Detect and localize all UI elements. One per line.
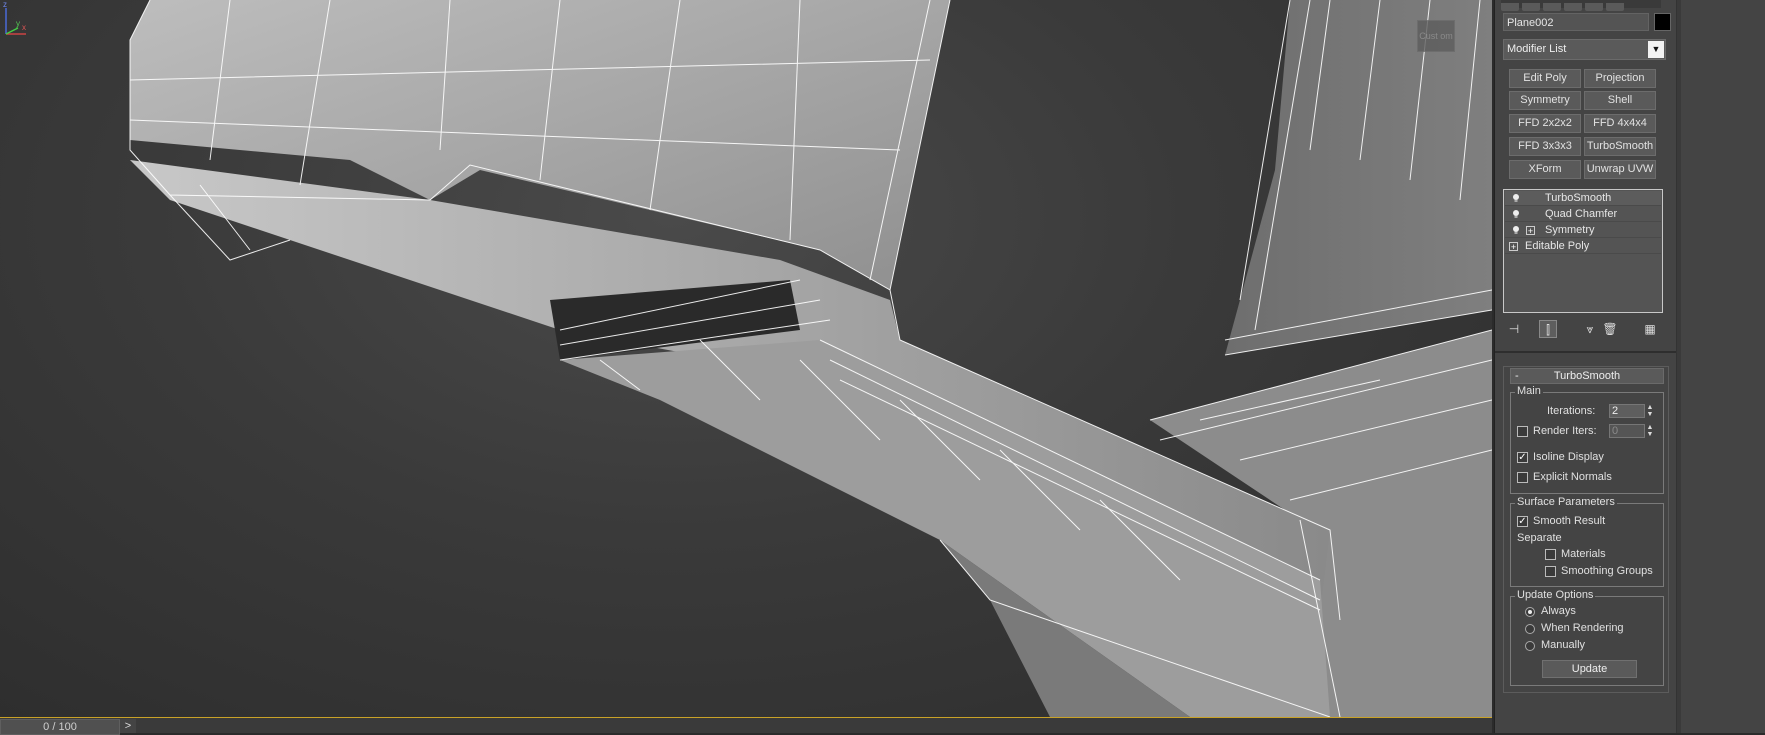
collapse-icon[interactable]: - (1515, 369, 1519, 383)
wireframe-mesh (129, 0, 1492, 717)
explicit-normals-checkbox[interactable] (1517, 472, 1528, 483)
smooth-result-checkbox[interactable]: ✓ (1517, 516, 1528, 527)
materials-label: Materials (1561, 548, 1606, 560)
pin-stack-icon[interactable]: ⊣ (1505, 320, 1523, 338)
ffd-4x4x4-button[interactable]: FFD 4x4x4 (1584, 114, 1656, 133)
turbosmooth-rollout: - TurboSmooth Main Iterations: 2 ▲ ▼ Rend… (1503, 366, 1669, 693)
stack-item-editable-poly[interactable]: + Editable Poly (1505, 239, 1661, 254)
command-panel: Plane002 Modifier List ▼ Edit Poly Proje… (1494, 0, 1676, 733)
ffd-2x2x2-button[interactable]: FFD 2x2x2 (1509, 114, 1581, 133)
update-when-rendering-radio[interactable] (1525, 624, 1535, 634)
object-color-swatch[interactable] (1654, 13, 1671, 31)
rollout-title: TurboSmooth (1553, 370, 1621, 382)
update-always-label: Always (1541, 605, 1576, 617)
panel-scroll-area[interactable] (1676, 0, 1765, 733)
turbosmooth-button[interactable]: TurboSmooth (1584, 137, 1656, 156)
tab-utilities[interactable] (1606, 3, 1624, 11)
render-iters-checkbox[interactable] (1517, 426, 1528, 437)
expand-icon[interactable]: + (1526, 226, 1535, 236)
iterations-spinner-arrows[interactable]: ▲ ▼ (1645, 404, 1655, 418)
surface-parameters-group: Surface Parameters ✓ Smooth Result Separ… (1510, 496, 1664, 587)
tab-modify[interactable] (1522, 3, 1540, 11)
remove-modifier-icon[interactable]: 🗑 (1601, 320, 1619, 338)
main-group-label: Main (1515, 385, 1543, 397)
main-group: Main Iterations: 2 ▲ ▼ Render Iters: 0 ▲ ▼… (1510, 385, 1664, 494)
perspective-viewport[interactable]: Cust om z x y (0, 0, 1492, 718)
divider (1495, 351, 1676, 353)
render-iters-spinner-arrows[interactable]: ▲ ▼ (1645, 424, 1655, 438)
object-name-field[interactable]: Plane002 (1503, 13, 1649, 31)
explicit-normals-label: Explicit Normals (1533, 471, 1612, 483)
unwrap-uvw-button[interactable]: Unwrap UVW (1584, 160, 1656, 179)
surface-parameters-label: Surface Parameters (1515, 496, 1617, 508)
tab-motion[interactable] (1564, 3, 1582, 11)
modifier-stack: TurboSmooth Quad Chamfer + Symmetry + Ed… (1503, 189, 1663, 313)
projection-button[interactable]: Projection (1584, 69, 1656, 88)
light-bulb-icon[interactable] (1511, 225, 1521, 235)
tab-hierarchy[interactable] (1543, 3, 1561, 11)
axis-tripod-icon: z x y (3, 0, 26, 35)
stack-toolbar: ⊣ ⫿ ⩔ 🗑 ▦ (1503, 320, 1663, 342)
edit-poly-button[interactable]: Edit Poly (1509, 69, 1581, 88)
render-iters-spinner[interactable]: 0 (1609, 424, 1645, 438)
iterations-spinner[interactable]: 2 (1609, 404, 1645, 418)
tab-create[interactable] (1501, 3, 1519, 11)
symmetry-button[interactable]: Symmetry (1509, 91, 1581, 110)
smoothing-groups-checkbox[interactable] (1545, 566, 1556, 577)
stack-item-turbosmooth[interactable]: TurboSmooth (1505, 191, 1661, 206)
tab-display[interactable] (1585, 3, 1603, 11)
xform-button[interactable]: XForm (1509, 160, 1581, 179)
modifier-list-dropdown[interactable]: Modifier List ▼ (1503, 39, 1666, 60)
next-frame-button[interactable]: > (120, 719, 136, 733)
smooth-result-label: Smooth Result (1533, 515, 1606, 527)
light-bulb-icon[interactable] (1511, 209, 1521, 219)
chevron-down-icon[interactable]: ▼ (1648, 41, 1664, 58)
axis-x-label: x (22, 23, 26, 32)
update-button[interactable]: Update (1542, 660, 1637, 678)
viewcube-icon[interactable]: Cust om (1417, 20, 1455, 52)
modifier-list-label: Modifier List (1507, 43, 1567, 55)
update-manually-label: Manually (1541, 639, 1586, 651)
separate-label: Separate (1517, 532, 1562, 544)
make-unique-icon[interactable]: ⩔ (1581, 320, 1599, 338)
light-bulb-icon[interactable] (1511, 193, 1521, 203)
stack-item-label: Quad Chamfer (1545, 208, 1618, 220)
stack-item-symmetry[interactable]: + Symmetry (1505, 223, 1661, 238)
command-panel-tabs (1501, 0, 1661, 11)
update-when-rendering-label: When Rendering (1541, 622, 1624, 634)
stack-item-label: Symmetry (1545, 224, 1595, 236)
render-iters-label: Render Iters: (1533, 425, 1597, 437)
stack-item-label: Editable Poly (1525, 240, 1590, 252)
iterations-label: Iterations: (1547, 405, 1596, 417)
rollout-header[interactable]: - TurboSmooth (1510, 368, 1664, 384)
isoline-display-label: Isoline Display (1533, 451, 1604, 463)
isoline-display-checkbox[interactable]: ✓ (1517, 452, 1528, 463)
materials-checkbox[interactable] (1545, 549, 1556, 560)
shell-button[interactable]: Shell (1584, 91, 1656, 110)
stack-item-label: TurboSmooth (1545, 192, 1612, 204)
axis-z-label: z (3, 0, 7, 9)
scrollbar[interactable] (1677, 0, 1681, 733)
smoothing-groups-label: Smoothing Groups (1561, 565, 1653, 577)
stack-item-quad-chamfer[interactable]: Quad Chamfer (1505, 207, 1661, 222)
update-options-label: Update Options (1515, 589, 1596, 601)
update-always-radio[interactable] (1525, 607, 1535, 617)
update-manually-radio[interactable] (1525, 641, 1535, 651)
time-slider-bar: 0 / 100 > (0, 718, 1492, 735)
expand-icon[interactable]: + (1509, 242, 1518, 252)
configure-sets-icon[interactable]: ▦ (1641, 320, 1659, 338)
ffd-3x3x3-button[interactable]: FFD 3x3x3 (1509, 137, 1581, 156)
axis-y-label: y (16, 19, 20, 28)
show-end-result-icon[interactable]: ⫿ (1539, 320, 1557, 338)
